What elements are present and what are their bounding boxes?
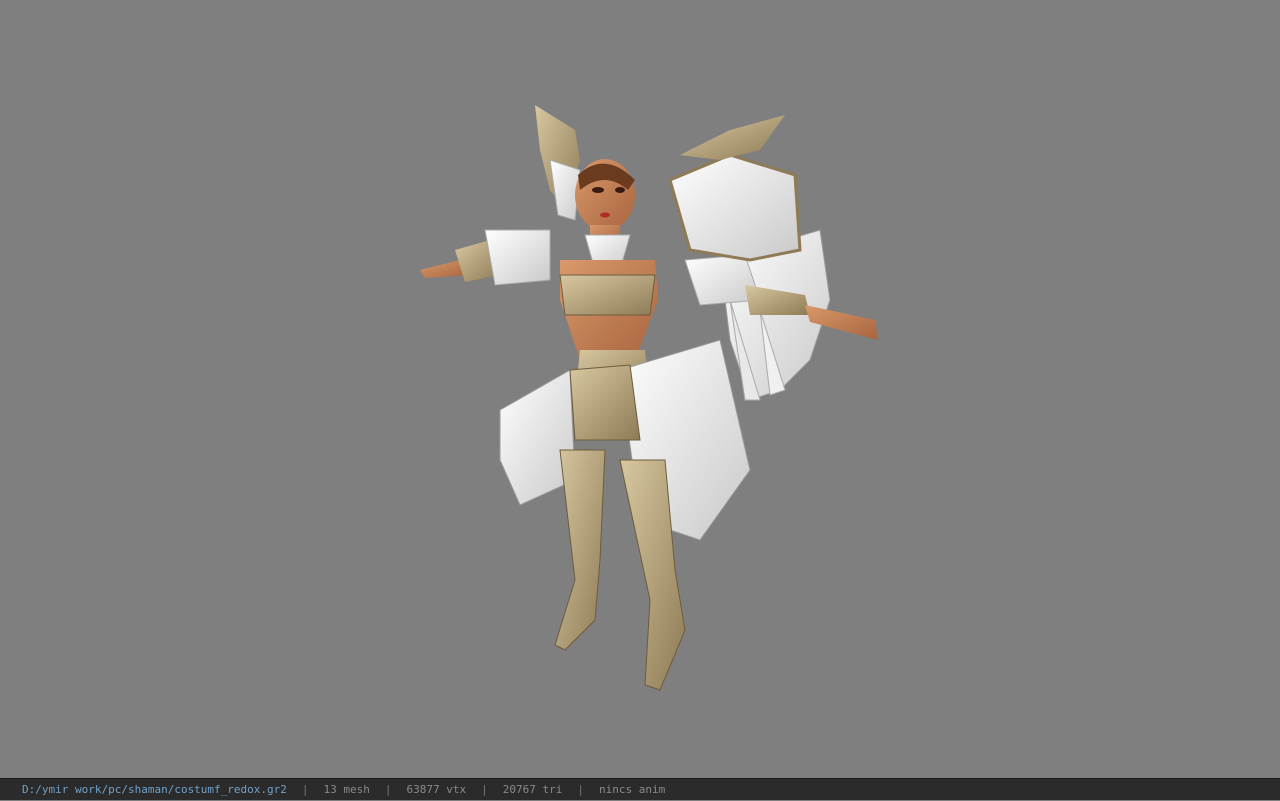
3d-viewport[interactable] (0, 0, 1280, 778)
status-separator: | (577, 783, 584, 796)
file-path: D:/ymir work/pc/shaman/costumf_redox.gr2 (22, 783, 287, 796)
status-separator: | (384, 783, 392, 796)
left-arm (420, 229, 551, 286)
mesh-count: 13 mesh (323, 783, 370, 796)
legs (554, 449, 686, 691)
shoulder-pauldron (668, 115, 802, 262)
ruffled-skirt (499, 339, 751, 541)
character-model[interactable] (400, 100, 900, 700)
status-bar: D:/ymir work/pc/shaman/costumf_redox.gr2… (0, 778, 1280, 800)
head (575, 159, 635, 231)
vertex-count: 63877 vtx (406, 783, 467, 796)
status-separator: | (481, 783, 488, 796)
anim-status: nincs anim (598, 783, 666, 796)
triangle-count: 20767 tri (502, 783, 563, 796)
status-separator: | (301, 783, 309, 796)
head-horn (535, 105, 581, 221)
